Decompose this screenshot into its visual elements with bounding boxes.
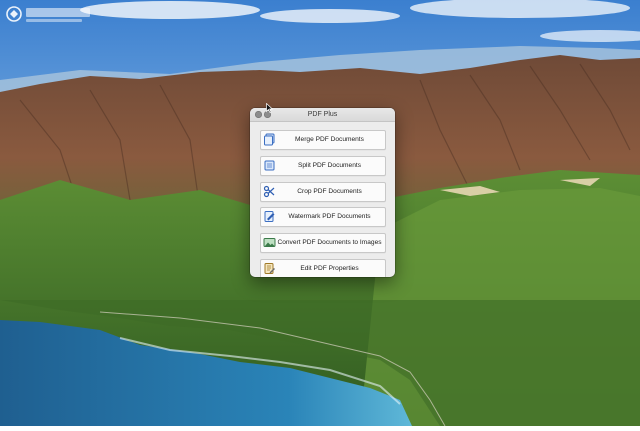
convert-to-images-button[interactable]: Convert PDF Documents to Images	[260, 233, 386, 254]
split-pdf-label: Split PDF Documents	[297, 161, 362, 169]
merge-pdf-label: Merge PDF Documents	[295, 136, 364, 143]
watermark-pen-icon	[263, 210, 276, 223]
pdf-plus-window: PDF Plus Merge PDF Documents Split PDF D…	[250, 108, 395, 277]
site-logo-icon	[6, 6, 90, 22]
crop-pdf-button[interactable]: Crop PDF Documents	[260, 181, 386, 202]
convert-to-images-label: Convert PDF Documents to Images	[277, 239, 382, 247]
crop-pdf-label: Crop PDF Documents	[297, 187, 362, 195]
document-edit-icon	[263, 262, 276, 275]
edit-properties-label: Edit PDF Properties	[300, 264, 359, 272]
action-menu: Merge PDF Documents Split PDF Documents …	[250, 122, 395, 277]
merge-document-icon	[263, 133, 276, 146]
watermark-pdf-label: Watermark PDF Documents	[288, 213, 371, 221]
merge-pdf-button[interactable]: Merge PDF Documents	[260, 130, 386, 150]
image-icon	[263, 236, 276, 249]
split-document-icon	[263, 159, 276, 172]
edit-properties-button[interactable]: Edit PDF Properties	[260, 258, 386, 277]
scissors-icon	[263, 185, 276, 198]
watermark-logo	[4, 4, 96, 26]
mouse-pointer-icon	[266, 103, 273, 113]
watermark-pdf-button[interactable]: Watermark PDF Documents	[260, 207, 386, 228]
split-pdf-button[interactable]: Split PDF Documents	[260, 155, 386, 176]
